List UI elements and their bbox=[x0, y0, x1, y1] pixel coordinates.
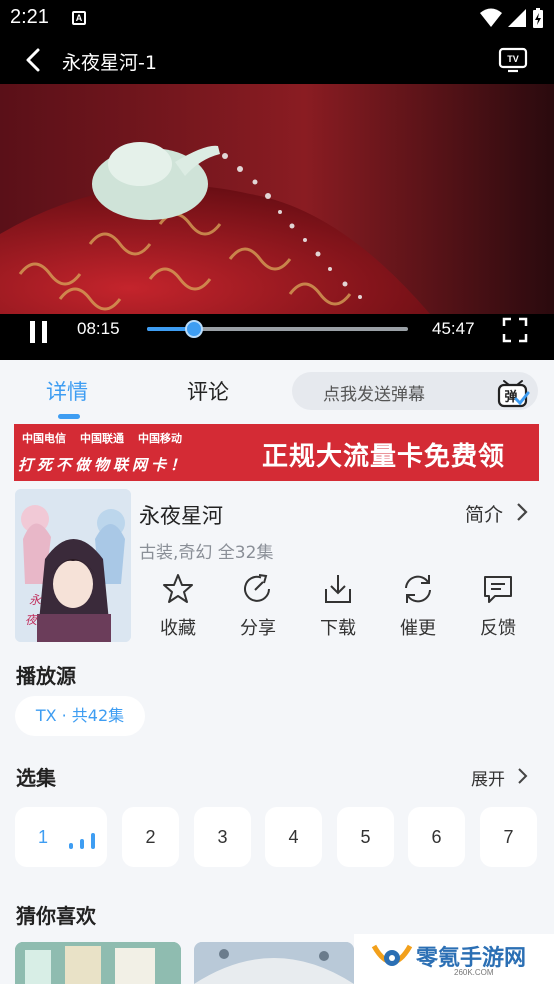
chevron-right-icon[interactable] bbox=[514, 501, 530, 523]
episode-2[interactable]: 2 bbox=[122, 807, 179, 867]
episode-7[interactable]: 7 bbox=[480, 807, 537, 867]
video-frame[interactable] bbox=[0, 84, 554, 314]
site-logo-icon bbox=[371, 944, 413, 966]
fullscreen-icon[interactable] bbox=[502, 317, 528, 343]
action-label: 收藏 bbox=[160, 618, 196, 639]
expand-link[interactable]: 展开 bbox=[471, 765, 505, 790]
episode-3[interactable]: 3 bbox=[194, 807, 251, 867]
recommend-card[interactable] bbox=[15, 942, 181, 984]
banner-headline: 正规大流量卡免费领 bbox=[262, 442, 506, 472]
video-title: 永夜星河-1 bbox=[62, 52, 157, 74]
action-remind[interactable]: 催更 bbox=[378, 572, 458, 640]
back-arrow-icon[interactable] bbox=[20, 46, 48, 74]
status-bar: 2:21 A bbox=[0, 0, 554, 36]
danmu-icon-text: 弹 bbox=[504, 389, 517, 405]
carrier-logos: 中国电信 中国联通 中国移动 bbox=[22, 430, 182, 446]
signal-icon bbox=[508, 9, 526, 27]
show-title: 永夜星河 bbox=[139, 504, 223, 528]
tab-indicator bbox=[58, 414, 80, 419]
svg-text:永: 永 bbox=[29, 593, 42, 607]
action-download[interactable]: 下载 bbox=[298, 572, 378, 640]
banner-slogan: 打死不做物联网卡！ bbox=[18, 456, 190, 474]
progress-thumb[interactable] bbox=[184, 320, 203, 338]
action-label: 下载 bbox=[320, 618, 356, 639]
action-label: 反馈 bbox=[480, 618, 516, 639]
player-controls: 08:15 45:47 bbox=[0, 314, 554, 360]
action-label: 催更 bbox=[400, 618, 436, 639]
carrier-telecom: 中国电信 bbox=[22, 432, 66, 445]
action-share[interactable]: 分享 bbox=[218, 572, 298, 640]
total-time: 45:47 bbox=[432, 319, 475, 338]
battery-icon bbox=[533, 8, 543, 28]
danmu-input[interactable]: 点我发送弹幕 弹 bbox=[292, 372, 538, 410]
source-chip-tx[interactable]: TX · 共42集 bbox=[15, 696, 145, 736]
tv-cast-icon[interactable]: TV bbox=[498, 46, 528, 74]
video-still-image bbox=[0, 84, 554, 314]
carrier-mobile: 中国移动 bbox=[138, 432, 182, 445]
recommend-card[interactable] bbox=[194, 942, 354, 984]
episode-number: 1 bbox=[38, 827, 49, 847]
star-icon bbox=[163, 574, 193, 603]
action-favorite[interactable]: 收藏 bbox=[138, 572, 218, 640]
notification-a-icon: A bbox=[72, 11, 86, 25]
show-poster[interactable]: 永 夜 bbox=[15, 489, 131, 642]
feedback-icon bbox=[484, 576, 512, 603]
share-icon bbox=[244, 574, 270, 602]
status-icons bbox=[480, 6, 544, 30]
source-section-title: 播放源 bbox=[16, 664, 76, 688]
download-icon bbox=[325, 575, 351, 603]
svg-text:夜: 夜 bbox=[25, 613, 39, 627]
action-row: 收藏 分享 下载 催更 反馈 bbox=[138, 572, 538, 644]
tab-comments[interactable]: 评论 bbox=[187, 376, 229, 406]
episode-1[interactable]: 1 bbox=[15, 807, 107, 867]
danmu-icon[interactable]: 弹 bbox=[496, 375, 530, 409]
progress-bar[interactable] bbox=[147, 320, 408, 338]
status-time: 2:21 bbox=[10, 6, 49, 28]
action-label: 分享 bbox=[240, 618, 276, 639]
chevron-right-icon[interactable] bbox=[516, 766, 530, 786]
detail-content: 详情 评论 点我发送弹幕 弹 中国电信 中国联通 中国移动 打死不做物联网卡！ … bbox=[0, 360, 554, 984]
refresh-icon bbox=[405, 575, 431, 603]
current-time: 08:15 bbox=[77, 319, 120, 338]
svg-text:TV: TV bbox=[507, 54, 519, 64]
playing-indicator-icon bbox=[69, 833, 95, 849]
danmu-placeholder: 点我发送弹幕 bbox=[323, 385, 425, 405]
show-meta: 古装,奇幻 全32集 bbox=[139, 543, 274, 563]
pause-icon[interactable] bbox=[28, 319, 50, 345]
tab-details[interactable]: 详情 bbox=[46, 376, 88, 406]
ad-banner[interactable]: 中国电信 中国联通 中国移动 打死不做物联网卡！ 正规大流量卡免费领 bbox=[14, 424, 539, 481]
episode-4[interactable]: 4 bbox=[265, 807, 322, 867]
watermark-sub: 260K.COM bbox=[454, 968, 494, 977]
carrier-unicom: 中国联通 bbox=[80, 432, 124, 445]
wifi-icon bbox=[480, 8, 502, 27]
recommend-section-title: 猜你喜欢 bbox=[16, 904, 96, 928]
site-watermark: 零氪手游网 260K.COM bbox=[354, 934, 554, 984]
action-feedback[interactable]: 反馈 bbox=[458, 572, 538, 640]
episode-6[interactable]: 6 bbox=[408, 807, 465, 867]
episode-5[interactable]: 5 bbox=[337, 807, 394, 867]
title-bar: 永夜星河-1 TV bbox=[0, 36, 554, 84]
intro-link[interactable]: 简介 bbox=[465, 500, 503, 527]
episodes-section-title: 选集 bbox=[16, 766, 56, 790]
